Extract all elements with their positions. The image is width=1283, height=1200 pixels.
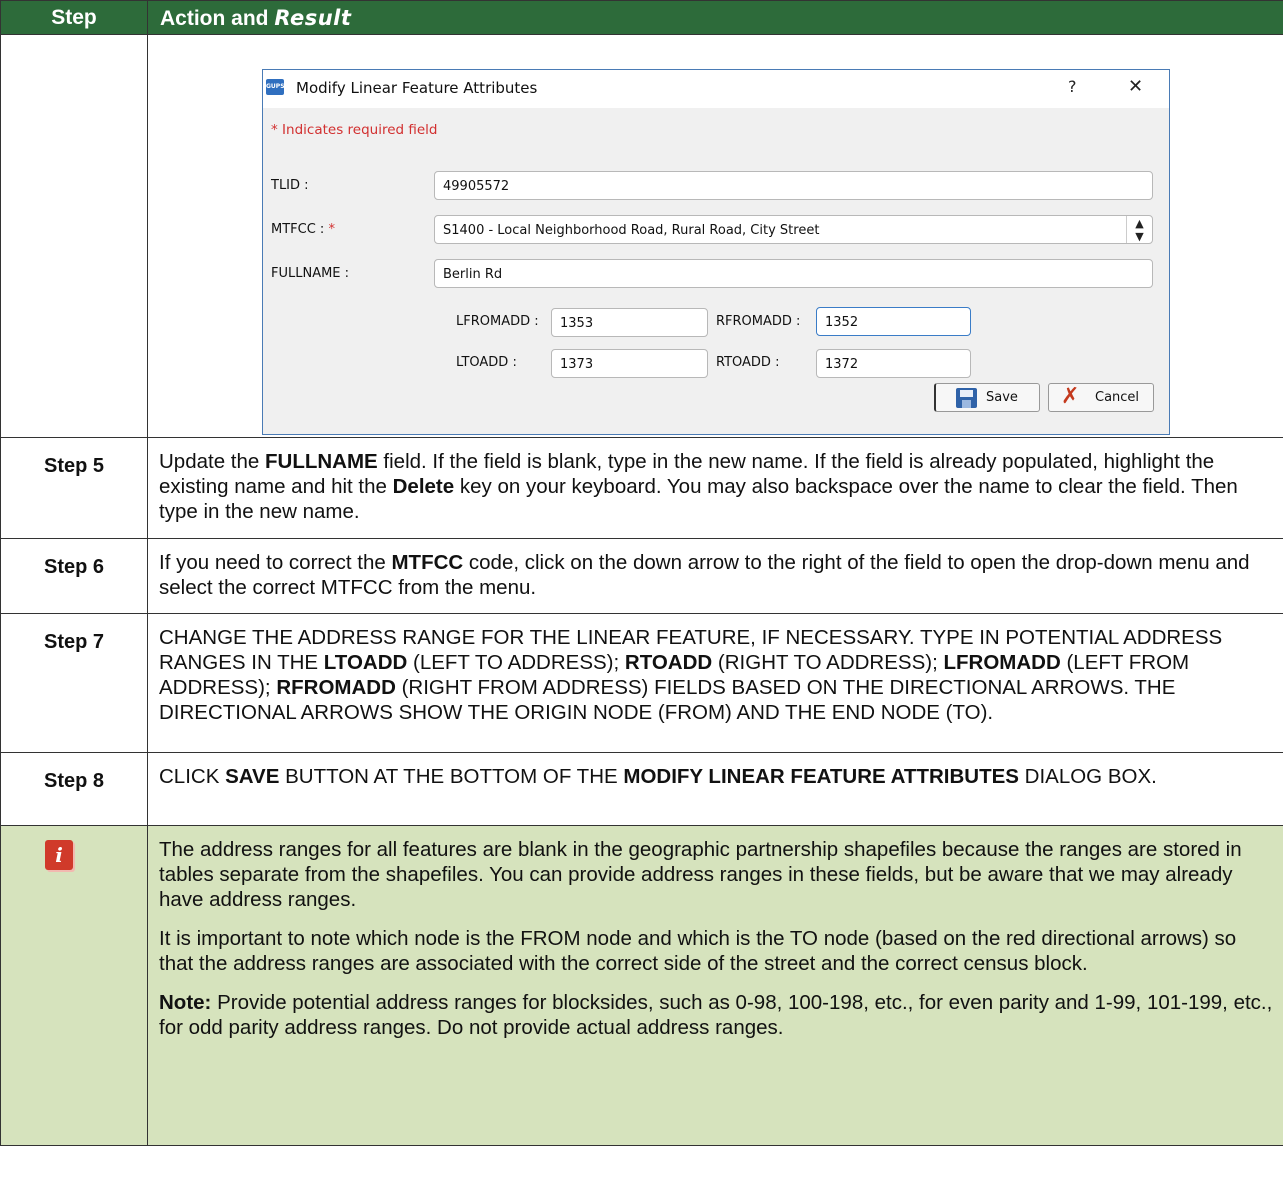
cancel-button[interactable]: ✗ Cancel — [1048, 383, 1154, 412]
step-text-part: BUTTON AT THE BOTTOM OF THE — [279, 765, 624, 788]
step-text-part: (RIGHT TO ADDRESS); — [712, 651, 944, 674]
step-text-bold: MODIFY LINEAR FEATURE ATTRIBUTES — [623, 765, 1019, 788]
step-row: Step 6 If you need to correct the MTFCC … — [0, 538, 1283, 614]
dialog-title: Modify Linear Feature Attributes — [296, 79, 538, 97]
rfromadd-label: RFROMADD : — [716, 314, 801, 329]
floppy-disk-icon — [956, 388, 977, 408]
note-paragraph: Note: Provide potential address ranges f… — [159, 990, 1273, 1040]
action-header-prefix: Action and — [160, 7, 269, 30]
mtfcc-label-text: MTFCC : — [271, 222, 329, 237]
step-row: Step 5 Update the FULLNAME field. If the… — [0, 437, 1283, 539]
step-text-part: CLICK — [159, 765, 226, 788]
step-text-part: Update the — [159, 450, 265, 473]
tlid-field[interactable]: 49905572 — [434, 171, 1153, 200]
mtfcc-selected-value: S1400 - Local Neighborhood Road, Rural R… — [443, 223, 820, 238]
step-text-part: (LEFT TO ADDRESS); — [407, 651, 625, 674]
modify-linear-feature-dialog: GUPS Modify Linear Feature Attributes ? … — [262, 69, 1170, 435]
tlid-label: TLID : — [271, 178, 309, 193]
step-text-bold: LFROMADD — [943, 651, 1061, 674]
step-text-part: DIALOG BOX. — [1018, 765, 1157, 788]
rtoadd-field[interactable]: 1372 — [816, 349, 971, 378]
empty-step-cell — [0, 34, 148, 438]
dialog-row: GUPS Modify Linear Feature Attributes ? … — [0, 34, 1283, 438]
lfromadd-label: LFROMADD : — [456, 314, 539, 329]
header-row: Step Action and Result — [0, 0, 1283, 35]
steps-table: Step Action and Result GUPS Modify Linea… — [0, 0, 1283, 1146]
step-label: Step 8 — [0, 752, 148, 826]
save-button-label: Save — [986, 390, 1018, 405]
step-text: If you need to correct the MTFCC code, c… — [147, 538, 1283, 614]
step-row: Step 8 CLICK SAVE BUTTON AT THE BOTTOM O… — [0, 752, 1283, 826]
help-button[interactable]: ? — [1068, 77, 1077, 96]
save-button[interactable]: Save — [934, 383, 1040, 412]
step-text: CLICK SAVE BUTTON AT THE BOTTOM OF THE M… — [147, 752, 1283, 826]
dialog-titlebar: GUPS Modify Linear Feature Attributes ? … — [263, 70, 1169, 108]
dialog-screenshot-cell: GUPS Modify Linear Feature Attributes ? … — [147, 34, 1283, 438]
step-text-bold: Delete — [392, 475, 455, 498]
updown-arrow-icon[interactable]: ▲ ▼ — [1126, 216, 1152, 243]
step-text-bold: LTOADD — [323, 651, 408, 674]
action-header-result: Result — [274, 6, 352, 30]
note-text: The address ranges for all features are … — [147, 825, 1283, 1146]
required-field-note: * Indicates required field — [271, 122, 438, 138]
note-paragraph-text: Provide potential address ranges for blo… — [159, 991, 1273, 1039]
fullname-field[interactable]: Berlin Rd — [434, 259, 1153, 288]
fullname-label: FULLNAME : — [271, 266, 350, 281]
lfromadd-field[interactable]: 1353 — [551, 308, 708, 337]
rfromadd-field[interactable]: 1352 — [816, 307, 971, 336]
app-icon: GUPS — [266, 79, 285, 95]
step-text: CHANGE THE ADDRESS RANGE FOR THE LINEAR … — [147, 613, 1283, 753]
mtfcc-select[interactable]: S1400 - Local Neighborhood Road, Rural R… — [434, 215, 1153, 244]
info-icon: i — [45, 840, 73, 870]
note-icon-cell: i — [0, 825, 148, 1146]
action-column-header: Action and Result — [147, 0, 1283, 35]
step-label: Step 6 — [0, 538, 148, 614]
rtoadd-label: RTOADD : — [716, 355, 780, 370]
cancel-button-label: Cancel — [1095, 390, 1140, 405]
step-text-bold: RTOADD — [624, 651, 713, 674]
step-text-bold: SAVE — [225, 765, 280, 788]
note-row: i The address ranges for all features ar… — [0, 825, 1283, 1146]
step-text-part: If you need to correct the — [159, 551, 392, 574]
step-text-bold: MTFCC — [391, 551, 464, 574]
ltoadd-label: LTOADD : — [456, 355, 517, 370]
step-text-bold: FULLNAME — [265, 450, 378, 473]
close-icon[interactable]: ✕ — [1128, 76, 1143, 97]
note-paragraph: The address ranges for all features are … — [159, 838, 1242, 911]
step-label: Step 5 — [0, 437, 148, 539]
step-text: Update the FULLNAME field. If the field … — [147, 437, 1283, 539]
red-x-icon: ✗ — [1061, 384, 1080, 409]
note-paragraph: It is important to note which node is th… — [159, 927, 1237, 975]
mtfcc-label: MTFCC : * — [271, 222, 335, 237]
note-bold-label: Note: — [159, 991, 212, 1014]
step-text-bold: RFROMADD — [276, 676, 396, 699]
step-label: Step 7 — [0, 613, 148, 753]
step-row: Step 7 CHANGE THE ADDRESS RANGE FOR THE … — [0, 613, 1283, 753]
ltoadd-field[interactable]: 1373 — [551, 349, 708, 378]
required-star: * — [328, 222, 335, 237]
step-column-header: Step — [0, 0, 148, 35]
